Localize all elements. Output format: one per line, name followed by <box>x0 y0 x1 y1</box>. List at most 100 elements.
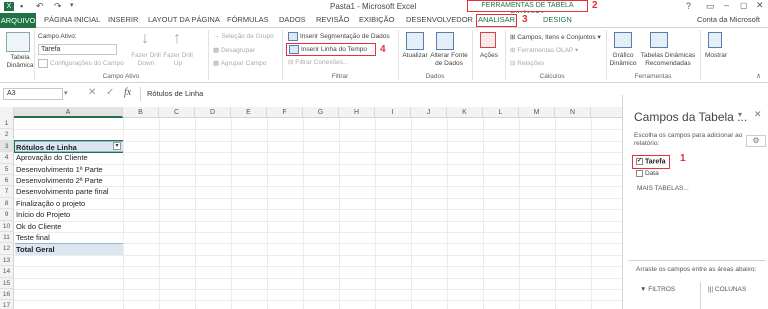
selecao-grupo-button[interactable]: → Seleção de Grupo <box>213 33 274 40</box>
pivot-row-cell[interactable]: Início do Projeto <box>15 209 123 220</box>
close-icon[interactable]: ✕ <box>756 0 764 11</box>
tabela-dinamica-button[interactable]: Tabela Dinâmica <box>2 54 38 70</box>
customize-qat-icon[interactable]: ▾ <box>70 1 74 9</box>
colunas-area[interactable]: ||| COLUNAS <box>708 286 746 293</box>
tab-desenvolvedor[interactable]: DESENVOLVEDOR <box>406 15 473 24</box>
pivot-row-cell[interactable]: Aprovação do Cliente <box>15 152 123 163</box>
worksheet-grid[interactable]: A B C D E F G H I J K L M N 1 2 3 Rótulos d… <box>0 107 622 309</box>
pivot-table-icon[interactable] <box>6 32 30 52</box>
row-header[interactable]: 10 <box>0 220 14 232</box>
column-header-e[interactable]: E <box>231 107 267 118</box>
tab-analisar[interactable]: ANALISAR <box>476 14 517 27</box>
total-geral-cell[interactable]: Total Geral <box>15 243 123 255</box>
alterar-fonte-button[interactable]: Alterar Fonte de Dados <box>430 52 468 68</box>
pivot-row-cell[interactable] <box>15 129 123 140</box>
tab-pagina-inicial[interactable]: PÁGINA INICIAL <box>44 15 100 24</box>
column-header-m[interactable]: M <box>519 107 555 118</box>
tabelas-recomendadas-button[interactable]: Tabelas Dinâmicas Recomendadas <box>638 52 698 68</box>
row-header[interactable]: 16 <box>0 289 14 301</box>
row-header[interactable]: 14 <box>0 266 14 278</box>
tab-layout[interactable]: LAYOUT DA PÁGINA <box>148 15 220 24</box>
pivot-row-cell[interactable]: Desenvolvimento 1ª Parte <box>15 164 123 175</box>
column-header-i[interactable]: I <box>375 107 411 118</box>
minimize-icon[interactable]: – <box>724 0 729 10</box>
inserir-linha-tempo-button[interactable]: Inserir Linha do Tempo <box>289 45 367 54</box>
column-header-f[interactable]: F <box>267 107 303 118</box>
column-header-j[interactable]: J <box>411 107 447 118</box>
drill-down-button[interactable]: Fazer Drill Down <box>131 52 161 68</box>
formula-input[interactable] <box>140 87 620 101</box>
collapse-ribbon-icon[interactable]: ∧ <box>756 72 761 80</box>
tab-formulas[interactable]: FÓRMULAS <box>227 15 269 24</box>
tab-inserir[interactable]: INSERIR <box>108 15 138 24</box>
redo-icon[interactable]: ↷ <box>54 1 62 12</box>
name-box[interactable]: A3 <box>3 88 63 100</box>
column-header-c[interactable]: C <box>159 107 195 118</box>
campo-ativo-input[interactable]: Tarefa <box>38 44 117 55</box>
pivot-row-cell[interactable]: Desenvolvimento 2ª Parte <box>15 175 123 186</box>
pivot-row-cell[interactable]: Finalização o projeto <box>15 198 123 209</box>
row-header[interactable]: 5 <box>0 163 14 175</box>
row-header[interactable]: 15 <box>0 277 14 289</box>
undo-icon[interactable]: ↶ <box>36 1 44 12</box>
mostrar-button[interactable]: Mostrar <box>702 52 730 59</box>
more-tables-link[interactable]: MAIS TABELAS... <box>637 185 689 192</box>
insert-function-icon[interactable]: fx <box>124 87 131 98</box>
field-data[interactable]: Data <box>636 170 659 177</box>
row-header[interactable]: 9 <box>0 209 14 221</box>
filter-dropdown-icon[interactable]: ▾ <box>113 141 121 150</box>
pivot-header-cell[interactable]: Rótulos de Linha <box>14 139 124 154</box>
pane-close-icon[interactable]: ✕ <box>754 109 762 120</box>
tab-dados[interactable]: DADOS <box>279 15 306 24</box>
maximize-icon[interactable]: ▢ <box>740 1 748 10</box>
row-header[interactable]: 11 <box>0 232 14 244</box>
tab-revisao[interactable]: REVISÃO <box>316 15 349 24</box>
field-tarefa[interactable]: ✓ Tarefa <box>636 158 666 165</box>
campos-itens-button[interactable]: ⊞ Campos, Itens e Conjuntos ▾ <box>510 33 601 41</box>
help-icon[interactable]: ? <box>686 1 691 11</box>
enter-icon[interactable]: ✓ <box>106 87 114 98</box>
atualizar-button[interactable]: Atualizar <box>400 52 430 59</box>
column-header-n[interactable]: N <box>555 107 591 118</box>
inserir-segmentacao-button[interactable]: Inserir Segmentação de Dados <box>288 32 390 41</box>
tab-design[interactable]: DESIGN <box>543 15 572 24</box>
name-box-dropdown-icon[interactable]: ▾ <box>64 89 68 97</box>
row-header[interactable]: 8 <box>0 197 14 210</box>
desagrupar-button[interactable]: ▦ Desagrupar <box>213 46 255 54</box>
row-header[interactable]: 2 <box>0 129 14 141</box>
column-header-h[interactable]: H <box>339 107 375 118</box>
pivot-row-cell[interactable]: Desenvolvimento parte final <box>15 186 123 197</box>
ferramentas-olap-button[interactable]: ⊞ Ferramentas OLAP ▾ <box>510 46 578 54</box>
row-header[interactable]: 12 <box>0 243 14 255</box>
row-header[interactable]: 1 <box>0 118 14 130</box>
row-header[interactable]: 6 <box>0 175 14 187</box>
ribbon-display-icon[interactable]: ▭ <box>706 1 715 12</box>
column-header-d[interactable]: D <box>195 107 231 118</box>
column-header-b[interactable]: B <box>123 107 159 118</box>
tab-arquivo[interactable]: ARQUIVO <box>0 13 36 28</box>
filtros-area[interactable]: ▼ FILTROS <box>640 286 675 293</box>
save-icon[interactable]: ▪ <box>20 1 23 11</box>
drill-up-button[interactable]: Fazer Drill Up <box>163 52 193 68</box>
configuracoes-campo-button[interactable]: Configurações do Campo <box>38 59 124 68</box>
pane-options-icon[interactable]: ▾ <box>738 110 742 119</box>
acoes-button[interactable]: Ações <box>476 52 502 59</box>
column-header-k[interactable]: K <box>447 107 483 118</box>
column-header-g[interactable]: G <box>303 107 339 118</box>
relacoes-button[interactable]: ⊟ Relações <box>510 59 544 67</box>
agrupar-campo-button[interactable]: ▦ Agrupar Campo <box>213 59 266 67</box>
row-header[interactable]: 17 <box>0 300 14 309</box>
tab-exibicao[interactable]: EXIBIÇÃO <box>359 15 394 24</box>
row-header[interactable]: 7 <box>0 186 14 198</box>
pivot-row-cell[interactable]: Teste final <box>15 232 123 243</box>
row-header[interactable]: 3 <box>0 140 14 153</box>
column-header-a[interactable]: A <box>14 107 123 118</box>
account-link[interactable]: Conta da Microsoft <box>697 15 760 24</box>
column-header-l[interactable]: L <box>483 107 519 118</box>
cancel-icon[interactable]: ✕ <box>88 87 96 98</box>
gear-icon[interactable]: ⚙ <box>746 135 766 147</box>
pivot-row-cell[interactable] <box>15 118 123 129</box>
pivot-row-cell[interactable]: Ok do Cliente <box>15 221 123 232</box>
row-header[interactable]: 4 <box>0 152 14 164</box>
select-all-corner[interactable] <box>0 107 14 118</box>
